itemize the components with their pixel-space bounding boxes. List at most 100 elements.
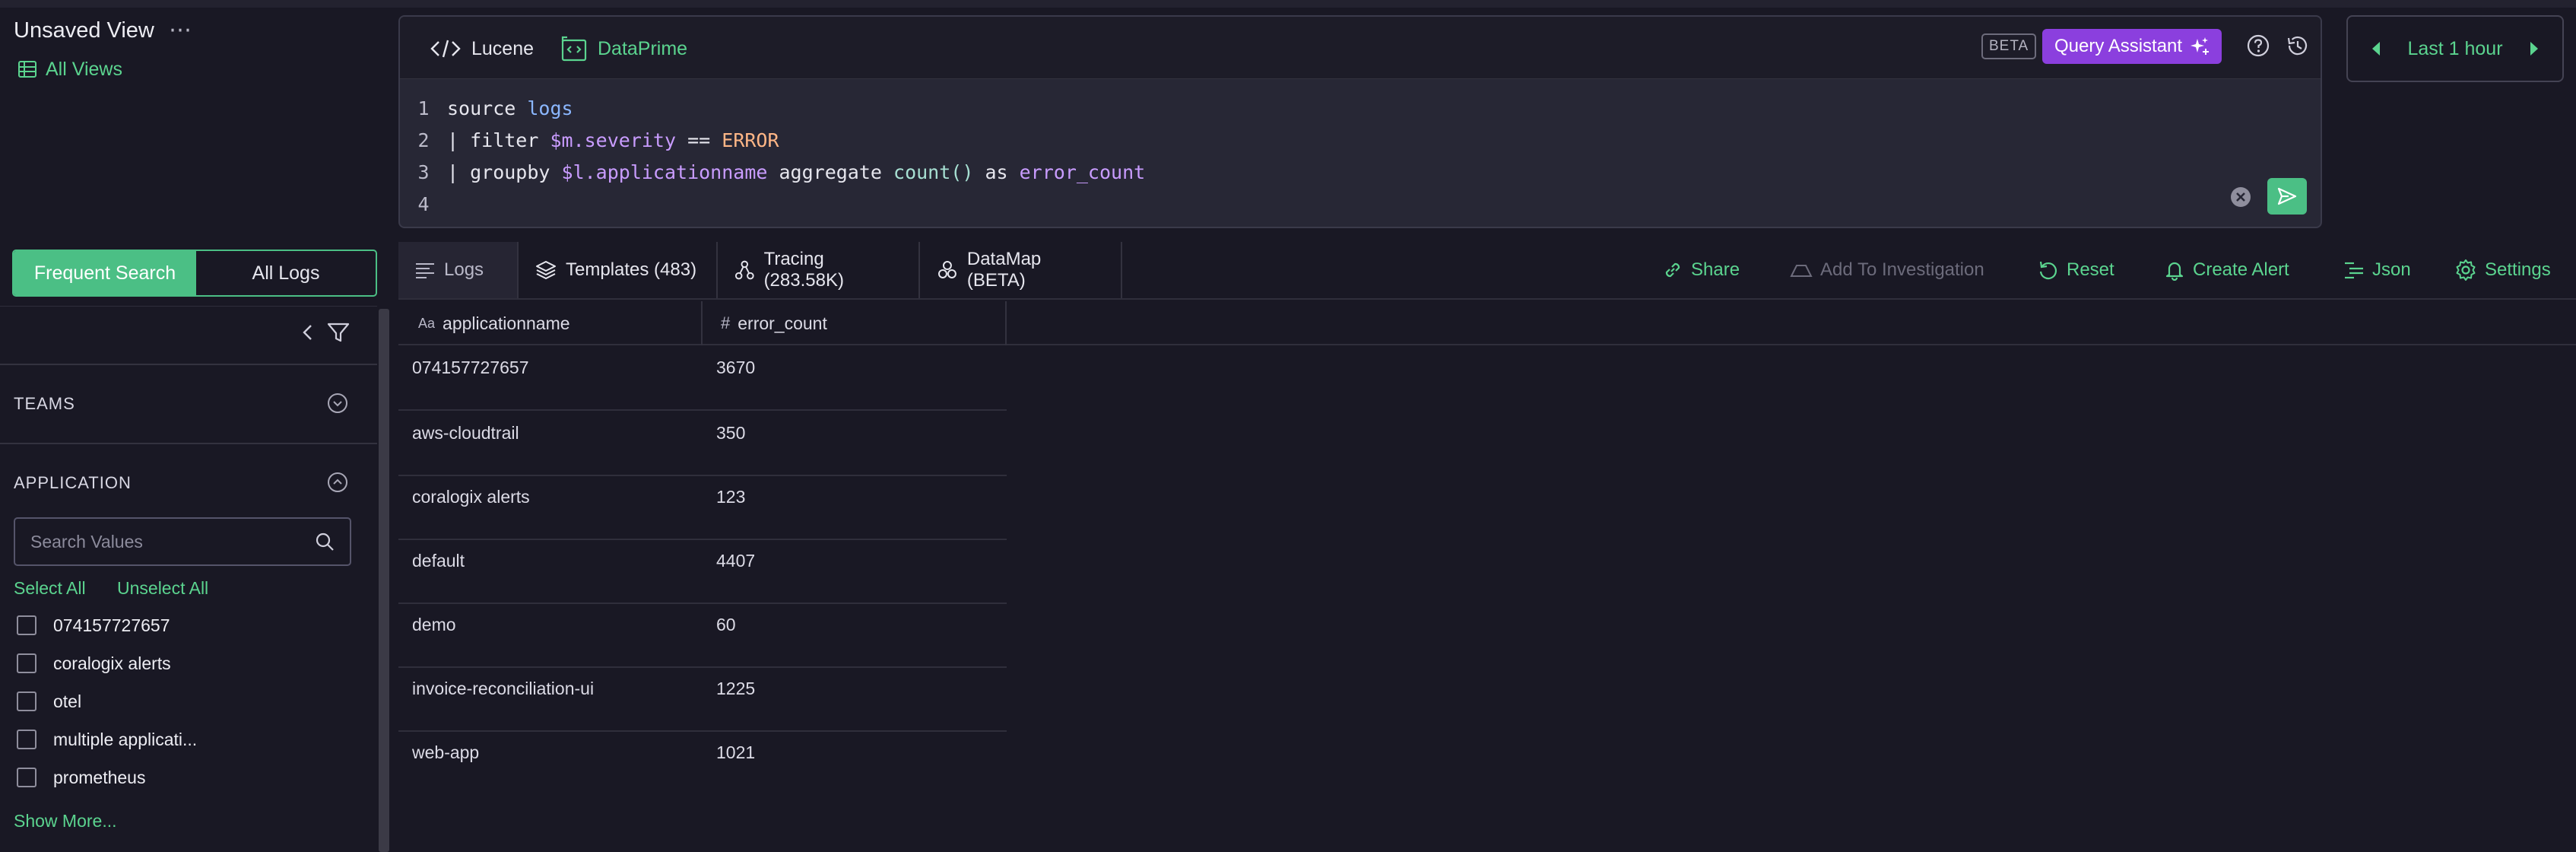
chevron-right-icon[interactable] xyxy=(2529,41,2540,56)
code-token: count() xyxy=(893,161,974,183)
search-values-input[interactable]: Search Values xyxy=(14,517,351,566)
tab-tracing-label: Tracing (283.58K) xyxy=(763,249,844,291)
divider xyxy=(0,443,377,444)
filter-icon[interactable] xyxy=(325,320,351,345)
table-row[interactable]: default 4407 xyxy=(398,540,1007,604)
code-token: error_count xyxy=(1019,161,1146,183)
search-mode-toggle: Frequent Search All Logs xyxy=(12,250,377,297)
checkbox[interactable] xyxy=(17,768,36,787)
application-filter-item[interactable]: prometheus xyxy=(17,762,145,793)
time-range-picker[interactable]: Last 1 hour xyxy=(2346,15,2564,82)
chevron-left-icon[interactable] xyxy=(298,320,318,345)
code-icon xyxy=(430,40,461,58)
all-views-label: All Views xyxy=(46,58,122,80)
add-to-investigation-button[interactable]: Add To Investigation xyxy=(1790,242,1984,298)
table-row[interactable]: demo 60 xyxy=(398,604,1007,668)
application-section-title[interactable]: APPLICATION xyxy=(14,473,132,493)
show-more-link[interactable]: Show More... xyxy=(14,811,117,831)
column-resize-handle[interactable] xyxy=(1005,301,1007,345)
code-line: 4 xyxy=(400,189,2321,221)
application-filter-item[interactable]: multiple applicati... xyxy=(17,724,197,755)
run-query-button[interactable] xyxy=(2267,178,2307,215)
code-line: 2 | filter $m.severity == ERROR xyxy=(400,125,2321,157)
teams-section-title[interactable]: TEAMS xyxy=(14,394,75,414)
search-icon xyxy=(316,532,334,551)
column-resize-handle[interactable] xyxy=(701,301,703,345)
all-logs-button[interactable]: All Logs xyxy=(196,251,376,295)
select-all-link[interactable]: Select All xyxy=(14,578,86,599)
column-header-applicationname[interactable]: Aa applicationname xyxy=(418,301,570,345)
settings-button[interactable]: Settings xyxy=(2454,242,2551,298)
datamap-icon xyxy=(937,261,956,278)
table-row[interactable]: aws-cloudtrail 350 xyxy=(398,412,1007,476)
clear-query-icon[interactable] xyxy=(2229,186,2252,208)
checkbox[interactable] xyxy=(17,615,36,635)
chevron-down-icon[interactable] xyxy=(327,393,348,414)
help-icon[interactable] xyxy=(2246,33,2270,58)
table-row[interactable]: web-app 1021 xyxy=(398,732,1007,796)
application-filter-label: otel xyxy=(53,691,82,711)
sidebar-scrollbar[interactable] xyxy=(379,309,389,852)
reset-label: Reset xyxy=(2067,259,2114,280)
tab-dataprime[interactable]: DataPrime xyxy=(561,32,687,65)
frequent-search-button[interactable]: Frequent Search xyxy=(14,251,196,295)
checkbox[interactable] xyxy=(17,653,36,673)
chevron-up-icon[interactable] xyxy=(327,472,348,493)
query-assistant-button[interactable]: Query Assistant xyxy=(2042,29,2222,64)
tab-templates-label: Templates (483) xyxy=(566,259,697,280)
cell-applicationname: 074157727657 xyxy=(412,358,529,377)
top-strip xyxy=(0,0,2576,8)
line-number: 4 xyxy=(417,193,430,215)
create-alert-button[interactable]: Create Alert xyxy=(2164,242,2289,298)
number-type-icon: # xyxy=(721,313,731,332)
code-token: ERROR xyxy=(722,129,779,151)
code-token: $m.severity xyxy=(550,129,677,151)
search-values-placeholder: Search Values xyxy=(30,531,143,552)
tracing-icon xyxy=(734,260,754,280)
reset-icon xyxy=(2039,261,2057,280)
list-icon xyxy=(18,61,36,78)
json-button[interactable]: Json xyxy=(2343,242,2411,298)
query-code[interactable]: 1 source logs 2 | filter $m.severity == … xyxy=(400,93,2321,221)
layers-icon xyxy=(536,261,556,280)
column-header-label: applicationname xyxy=(443,313,570,333)
tab-datamap-label: DataMap (BETA) xyxy=(966,249,1042,291)
application-filter-item[interactable]: 074157727657 xyxy=(17,610,170,641)
query-assistant-label: Query Assistant xyxy=(2054,36,2183,56)
code-token: | groupby xyxy=(447,161,562,183)
code-token: $l.applicationname xyxy=(561,161,768,183)
query-editor[interactable]: Lucene DataPrime BETA Query Assistant 1 … xyxy=(398,15,2322,228)
application-filter-item[interactable]: otel xyxy=(17,686,81,717)
tab-tracing[interactable]: Tracing (283.58K) xyxy=(718,242,920,298)
text-type-icon: Aa xyxy=(418,315,436,331)
cell-error-count: 3670 xyxy=(716,358,756,377)
all-views-link[interactable]: All Views xyxy=(18,58,122,81)
share-button[interactable]: Share xyxy=(1662,242,1740,298)
more-options-icon[interactable]: ⋯ xyxy=(169,17,193,43)
code-token: aggregate xyxy=(767,161,894,183)
reset-button[interactable]: Reset xyxy=(2038,242,2114,298)
tab-logs[interactable]: Logs xyxy=(398,242,519,298)
time-range-label: Last 1 hour xyxy=(2407,37,2503,59)
code-token: source xyxy=(447,97,528,119)
checkbox[interactable] xyxy=(17,691,36,711)
table-row[interactable]: 074157727657 3670 xyxy=(398,347,1007,411)
application-filter-item[interactable]: coralogix alerts xyxy=(17,648,171,679)
code-line: 3 | groupby $l.applicationname aggregate… xyxy=(400,157,2321,189)
checkbox[interactable] xyxy=(17,730,36,749)
gear-icon xyxy=(2456,259,2476,281)
table-row[interactable]: coralogix alerts 123 xyxy=(398,476,1007,540)
divider xyxy=(0,364,377,365)
add-to-investigation-label: Add To Investigation xyxy=(1820,259,1984,280)
table-row[interactable]: invoice-reconciliation-ui 1225 xyxy=(398,668,1007,732)
tab-datamap[interactable]: DataMap (BETA) xyxy=(920,242,1122,298)
unselect-all-link[interactable]: Unselect All xyxy=(117,578,208,599)
json-label: Json xyxy=(2372,259,2411,280)
code-token: == xyxy=(676,129,722,151)
tab-templates[interactable]: Templates (483) xyxy=(519,242,718,298)
chevron-left-icon[interactable] xyxy=(2371,41,2381,56)
line-number: 2 xyxy=(417,129,430,151)
tab-lucene[interactable]: Lucene xyxy=(430,32,534,65)
history-icon[interactable] xyxy=(2286,33,2310,58)
column-header-error-count[interactable]: # error_count xyxy=(721,301,827,345)
